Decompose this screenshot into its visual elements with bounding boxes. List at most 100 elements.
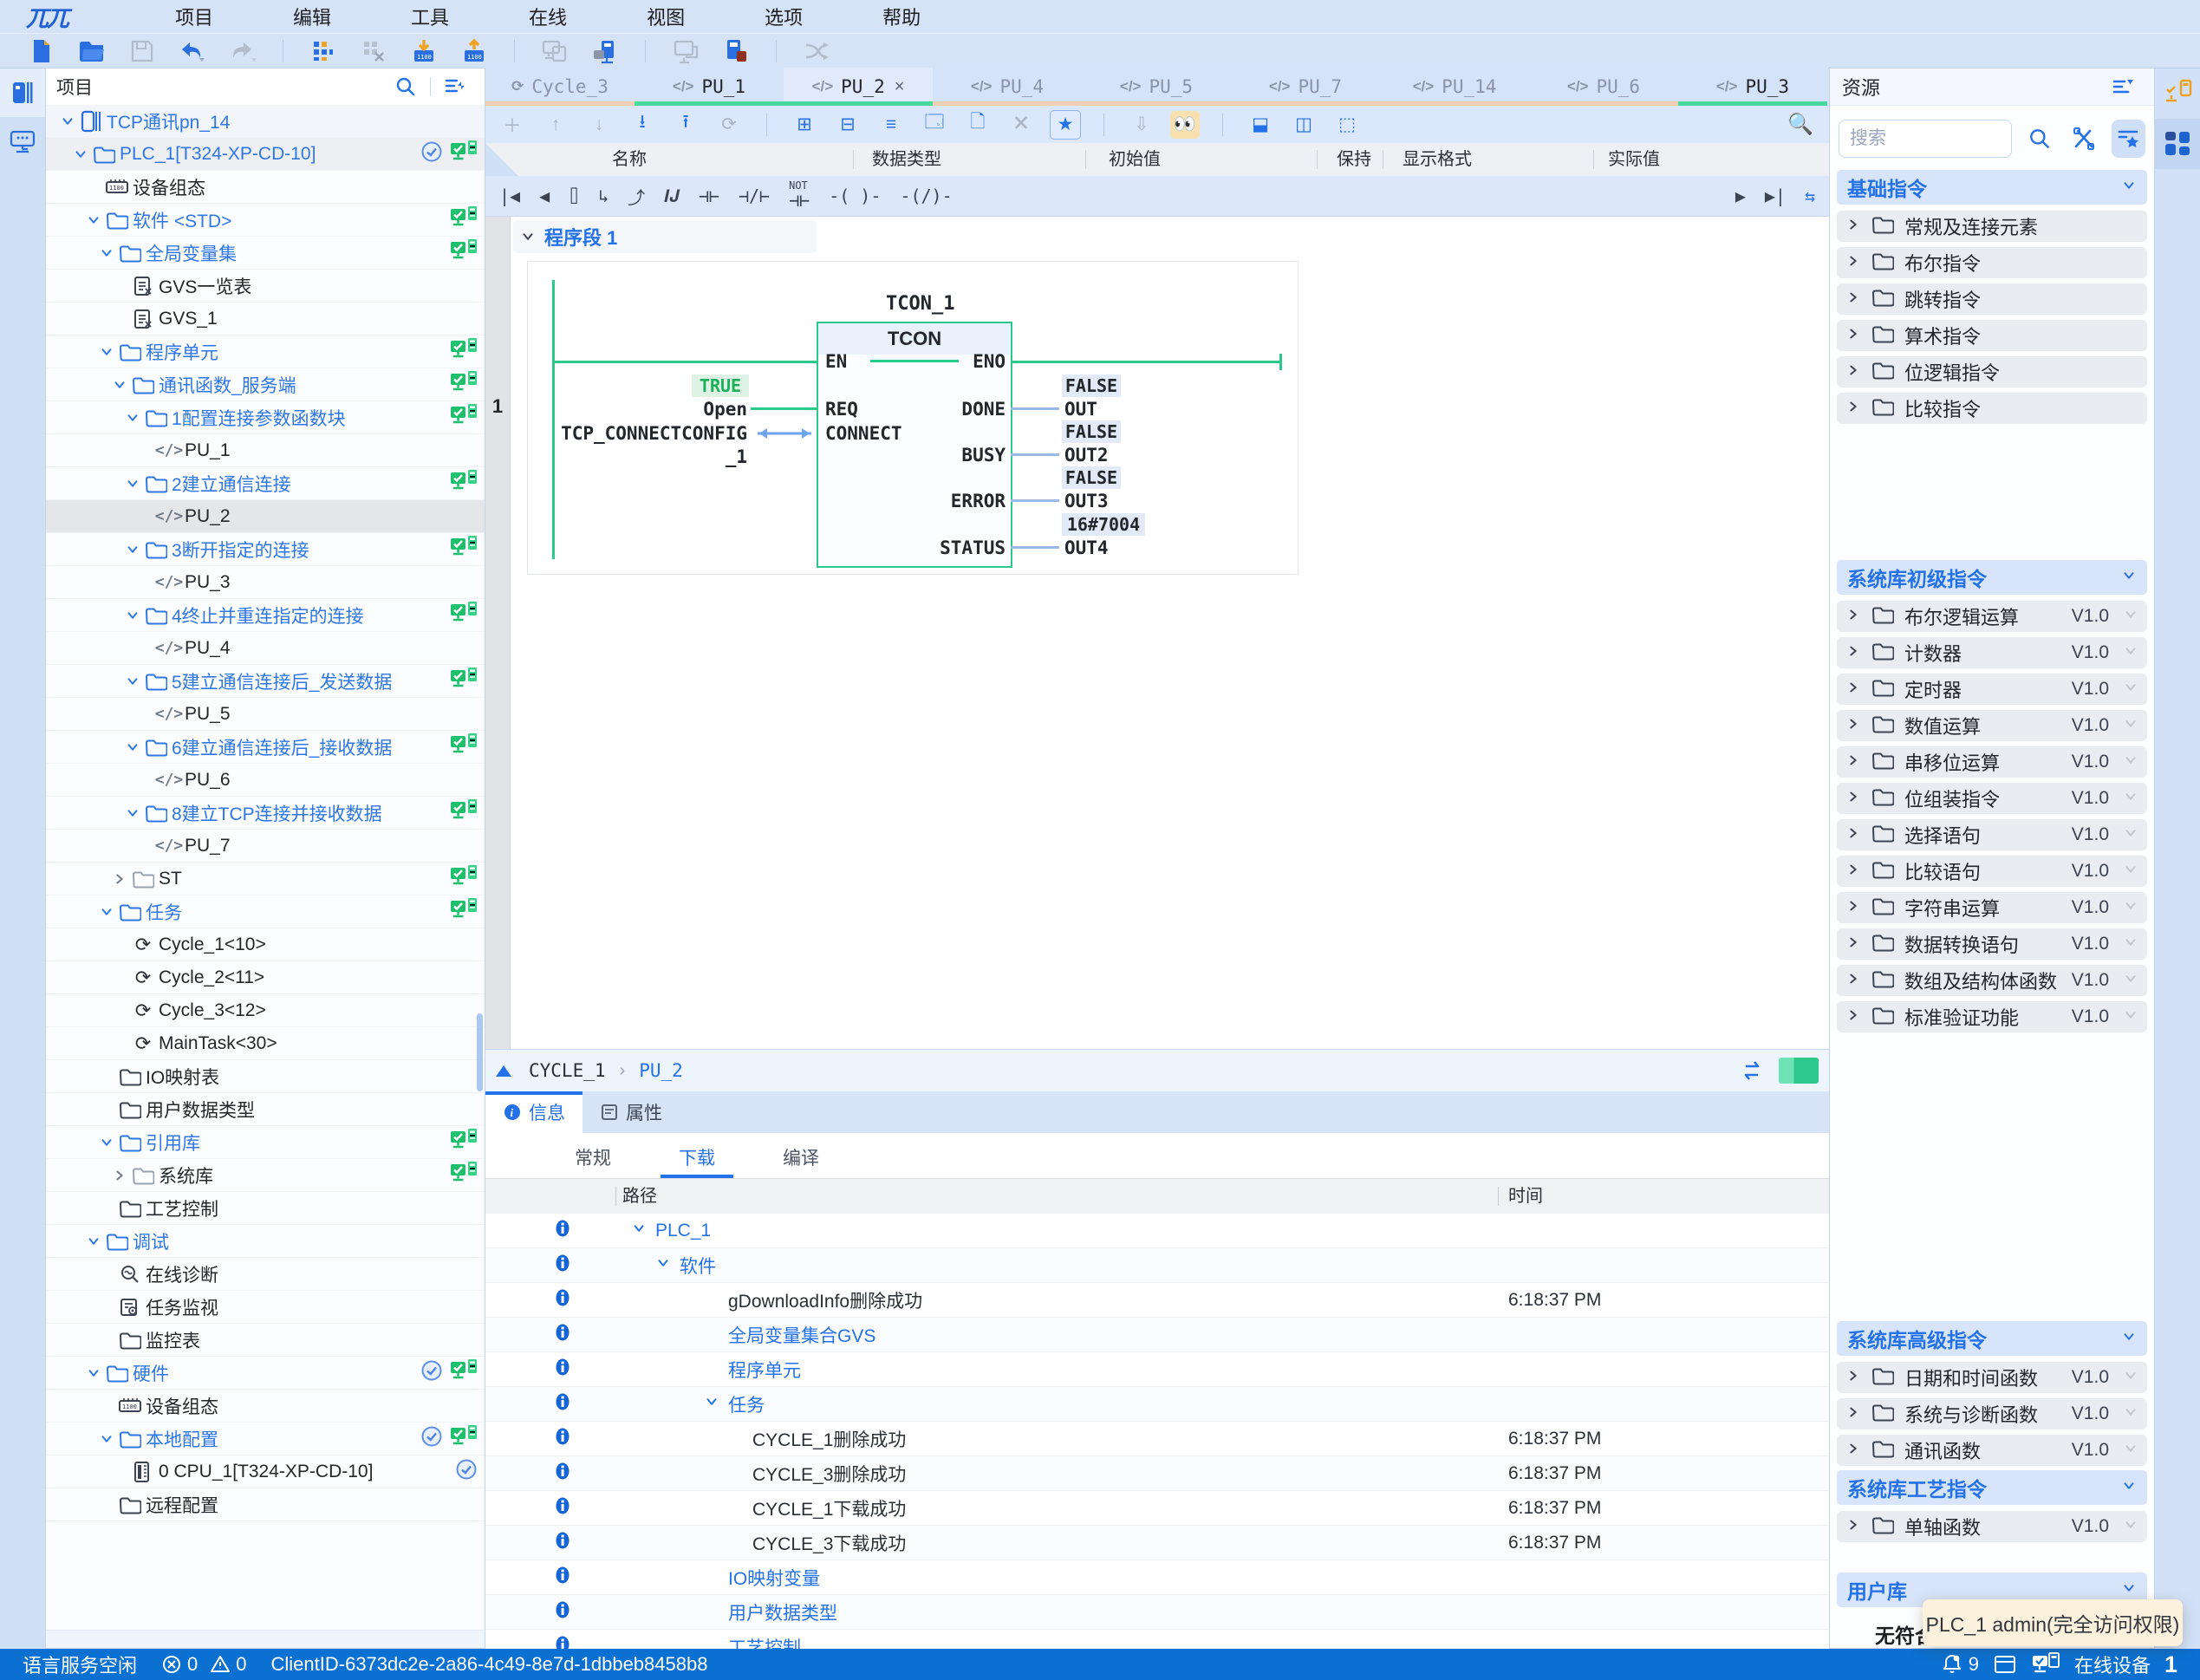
log-row[interactable]: 用户数据类型 xyxy=(485,1595,1829,1630)
log-link[interactable]: 全局变量集合GVS xyxy=(728,1322,875,1348)
tab-pu-2[interactable]: </>PU_2× xyxy=(784,68,933,106)
go-next-icon[interactable]: ▶ xyxy=(1735,186,1746,206)
tree-row[interactable]: 任务监视 xyxy=(46,1291,485,1324)
caret-open-icon[interactable] xyxy=(123,476,142,492)
caret-closed-icon[interactable] xyxy=(1845,1007,1861,1027)
import-vars-icon[interactable]: ⭳ xyxy=(628,111,657,139)
var-column-header[interactable]: 显示格式 xyxy=(1403,143,1472,176)
tree-row-st[interactable]: ST xyxy=(46,863,485,895)
caret-open-icon[interactable] xyxy=(71,147,90,162)
resource-item[interactable]: 标准验证功能V1.0 xyxy=(1837,1001,2147,1032)
go-last-icon[interactable]: ▶| xyxy=(1765,186,1786,206)
caret-open-icon[interactable] xyxy=(97,1431,116,1447)
insert-branch-icon[interactable]: ↳ xyxy=(598,186,609,206)
tab-pu-1[interactable]: </>PU_1 xyxy=(635,68,784,106)
tree-row[interactable]: GVS一览表 xyxy=(46,270,485,303)
caret-closed-icon[interactable] xyxy=(1845,934,1861,954)
menu-item-help[interactable]: 帮助 xyxy=(882,3,921,30)
menu-item-tools[interactable]: 工具 xyxy=(411,3,449,30)
version-dropdown-icon[interactable] xyxy=(2123,1404,2138,1424)
insert-row-below-icon[interactable]: ⊟ xyxy=(833,111,862,139)
tab-cycle-3[interactable]: ⟳Cycle_3 xyxy=(485,68,635,106)
contact-no-icon[interactable]: ⊣⊢ xyxy=(699,186,719,206)
var-column-header[interactable]: 实际值 xyxy=(1608,143,1660,176)
log-link[interactable]: IO映射变量 xyxy=(728,1565,820,1591)
resources-sort-icon[interactable] xyxy=(2104,68,2142,106)
log-link[interactable]: 软件 xyxy=(680,1253,716,1279)
resource-item[interactable]: 布尔逻辑运算V1.0 xyxy=(1837,601,2147,632)
insert-jump-icon[interactable]: ⤴ xyxy=(628,184,645,209)
online-device-icon[interactable] xyxy=(2155,68,2200,119)
go-first-icon[interactable]: |◀ xyxy=(499,186,520,206)
compile-all-icon[interactable] xyxy=(355,36,393,66)
resource-item[interactable]: 布尔指令 xyxy=(1837,247,2147,278)
tree-row-pu-3[interactable]: </>PU_3 xyxy=(46,566,485,599)
caret-closed-icon[interactable] xyxy=(1845,290,1861,309)
save-icon[interactable] xyxy=(123,36,161,66)
contact-nc-icon[interactable]: ⊣/⊢ xyxy=(739,186,770,206)
coil-negated-icon[interactable]: -(/)- xyxy=(900,186,952,206)
tree-row[interactable]: 6建立通信连接后_接收数据 xyxy=(46,731,485,764)
resource-item[interactable]: 算术指令 xyxy=(1837,320,2147,351)
tree-row[interactable]: 系统库 xyxy=(46,1159,485,1192)
tree-row-gvs-1[interactable]: GVS_1 xyxy=(46,303,485,335)
tree-row[interactable]: 调试 xyxy=(46,1225,485,1258)
log-row[interactable]: CYCLE_1下载成功6:18:37 PM xyxy=(485,1491,1829,1526)
caret-open-icon[interactable] xyxy=(123,542,142,557)
tree-row[interactable]: 用户数据类型 xyxy=(46,1093,485,1126)
log-row[interactable]: CYCLE_3下载成功6:18:37 PM xyxy=(485,1526,1829,1560)
tree-row-pu-5[interactable]: </>PU_5 xyxy=(46,698,485,731)
menu-item-project[interactable]: 项目 xyxy=(175,3,213,30)
version-dropdown-icon[interactable] xyxy=(2123,1517,2138,1537)
tab-close-icon[interactable]: × xyxy=(895,77,905,97)
connect-operand-line2[interactable]: _1 xyxy=(537,446,747,468)
stop-plc-icon[interactable] xyxy=(717,36,755,66)
new-file-icon[interactable] xyxy=(23,36,61,66)
req-operand[interactable]: Open xyxy=(624,398,747,420)
chevron-down-icon[interactable] xyxy=(2121,1329,2137,1349)
redo-icon[interactable] xyxy=(224,36,262,66)
resource-item[interactable]: 单轴函数V1.0 xyxy=(1837,1511,2147,1542)
insert-label-icon[interactable]: 𝑰𝑱 xyxy=(664,186,680,206)
caret-open-icon[interactable] xyxy=(84,212,103,228)
version-dropdown-icon[interactable] xyxy=(2123,934,2138,954)
log-row[interactable]: CYCLE_1删除成功6:18:37 PM xyxy=(485,1422,1829,1456)
caret-closed-icon[interactable] xyxy=(1845,1368,1861,1388)
column-divider[interactable] xyxy=(1593,150,1594,169)
tree-row[interactable]: IO映射表 xyxy=(46,1060,485,1093)
caret-open-icon[interactable] xyxy=(110,377,129,393)
watch-values-icon[interactable]: 👀 xyxy=(1170,111,1200,139)
caret-closed-icon[interactable] xyxy=(1845,971,1861,991)
tree-row-pu-7[interactable]: </>PU_7 xyxy=(46,830,485,863)
version-dropdown-icon[interactable] xyxy=(2123,680,2138,700)
favorite-icon[interactable]: ★ xyxy=(1050,110,1081,140)
subtab-download[interactable]: 下载 xyxy=(645,1140,749,1178)
tree-row-pu-2[interactable]: </>PU_2 xyxy=(46,500,485,533)
log-row[interactable]: 工艺控制 xyxy=(485,1630,1829,1649)
breadcrumb-unit[interactable]: PU_2 xyxy=(639,1060,683,1081)
download-to-plc-icon[interactable]: 1100 xyxy=(405,36,443,66)
caret-closed-icon[interactable] xyxy=(1845,362,1861,382)
version-dropdown-icon[interactable] xyxy=(2123,1007,2138,1027)
log-link[interactable]: 用户数据类型 xyxy=(728,1599,837,1625)
simulation-icon[interactable] xyxy=(667,36,705,66)
caret-closed-icon[interactable] xyxy=(1845,1517,1861,1537)
chevron-down-icon[interactable] xyxy=(2121,1478,2137,1498)
output-actual-value[interactable]: 16#7004 xyxy=(1062,513,1145,536)
caret-open-icon[interactable] xyxy=(97,344,116,360)
output-operand[interactable]: OUT4 xyxy=(1064,537,1168,559)
log-column-header[interactable]: 路径 xyxy=(622,1179,657,1214)
caret-closed-icon[interactable] xyxy=(1845,680,1861,700)
resource-item[interactable]: 系统与诊断函数V1.0 xyxy=(1837,1398,2147,1429)
resource-item[interactable]: 比较指令 xyxy=(1837,393,2147,424)
output-operand[interactable]: OUT2 xyxy=(1064,444,1168,466)
subtab-compile[interactable]: 编译 xyxy=(749,1140,853,1178)
upload-from-plc-icon[interactable]: 1100 xyxy=(455,36,493,66)
caret-closed-icon[interactable] xyxy=(1845,217,1861,237)
tree-row[interactable]: 3断开指定的连接 xyxy=(46,533,485,566)
tree-row[interactable]: 工艺控制 xyxy=(46,1192,485,1225)
tab-pu-14[interactable]: </>PU_14 xyxy=(1380,68,1529,106)
var-column-header[interactable]: 名称 xyxy=(612,143,647,176)
tab-pu-7[interactable]: </>PU_7 xyxy=(1231,68,1380,106)
tree-row[interactable]: 1配置连接参数函数块 xyxy=(46,401,485,434)
